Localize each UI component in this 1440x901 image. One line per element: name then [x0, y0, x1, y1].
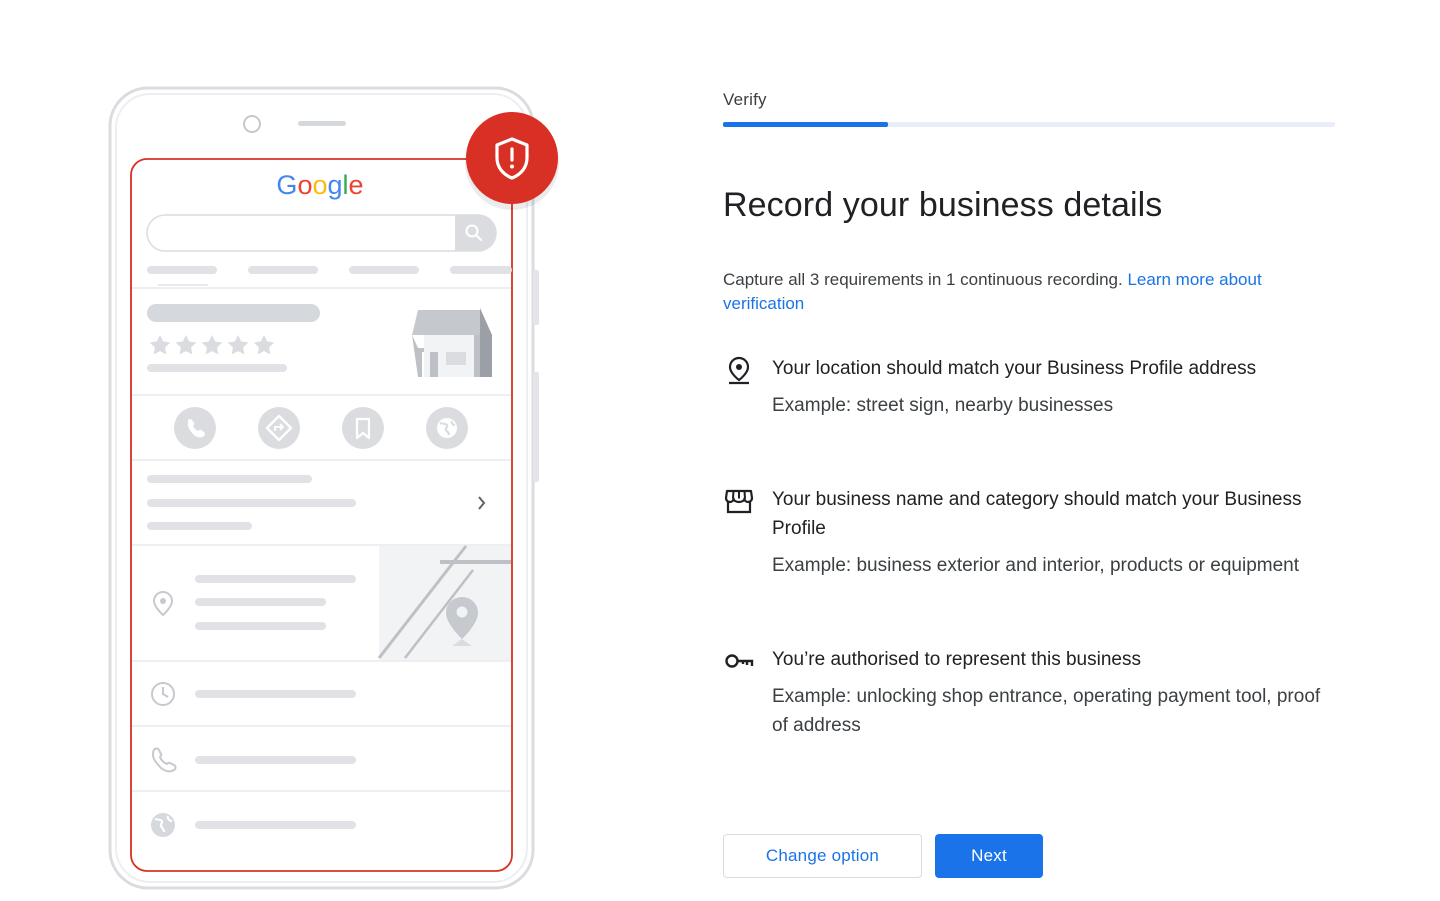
intro-text: Capture all 3 requirements in 1 continuo…	[723, 268, 1323, 316]
search-bar	[146, 214, 497, 252]
globe-icon	[151, 813, 175, 837]
page-title: Record your business details	[723, 186, 1163, 224]
key-icon	[725, 654, 754, 668]
storefront-image-icon	[412, 308, 492, 377]
location-pin-icon	[728, 356, 750, 385]
requirement-title: You’re authorised to represent this busi…	[772, 649, 1141, 670]
progress-bar	[723, 122, 1335, 127]
next-button[interactable]: Next	[935, 834, 1043, 878]
requirement-example: Example: unlocking shop entrance, operat…	[772, 686, 1321, 736]
change-option-button[interactable]: Change option	[723, 834, 922, 878]
phone-screen: Google	[130, 158, 513, 872]
progress-bar-fill	[723, 122, 889, 127]
bookmark-icon	[342, 407, 384, 449]
requirement-title: Your location should match your Business…	[772, 358, 1257, 379]
google-logo: Google	[276, 170, 363, 200]
phone-illustration: Google	[100, 80, 580, 895]
intro-description: Capture all 3 requirements in 1 continuo…	[723, 270, 1123, 289]
requirement-example: Example: street sign, nearby businesses	[772, 395, 1114, 416]
map-thumbnail	[377, 545, 511, 660]
requirement-example: Example: business exterior and interior,…	[772, 555, 1299, 576]
shield-alert-badge	[465, 112, 559, 210]
requirement-title: Your business name and category should m…	[772, 489, 1302, 539]
storefront-icon	[724, 489, 754, 514]
directions-icon	[258, 407, 300, 449]
phone-icon	[174, 407, 216, 449]
step-label: Verify	[723, 90, 767, 109]
verification-panel: Verify Record your business details Capt…	[723, 0, 1335, 901]
globe-icon	[426, 407, 468, 449]
